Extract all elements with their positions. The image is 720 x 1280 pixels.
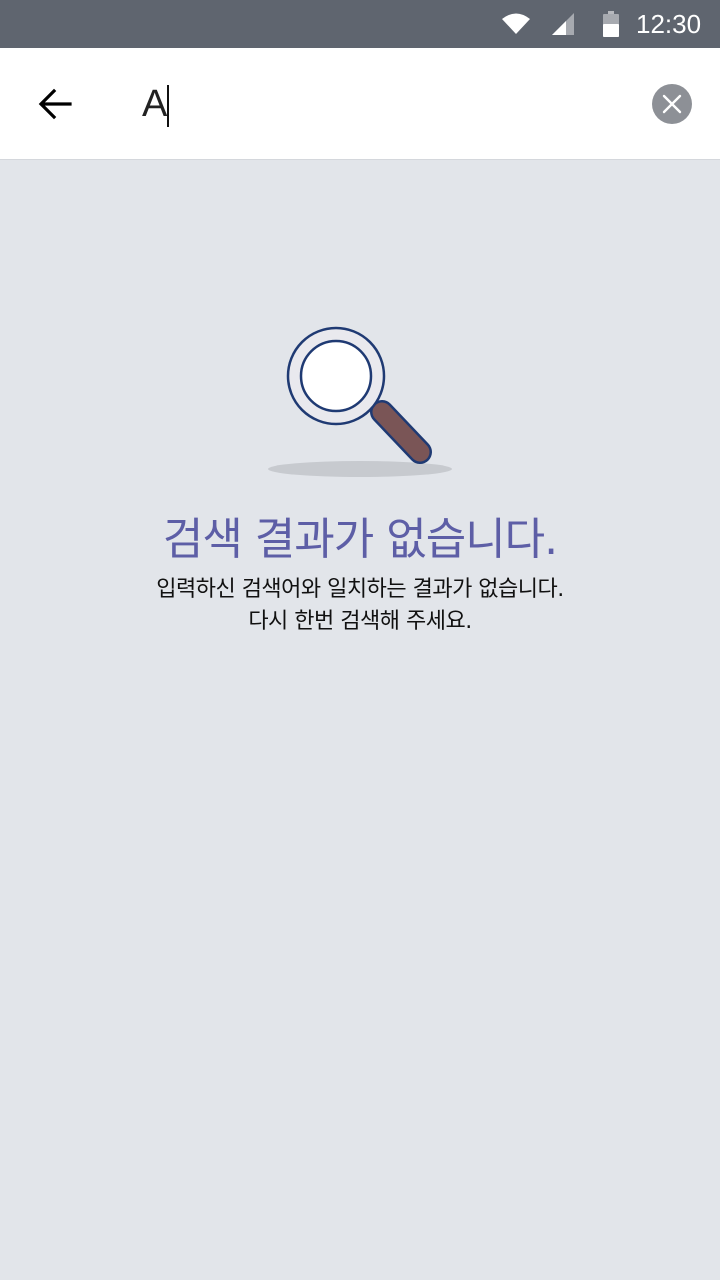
empty-state: 검색 결과가 없습니다. 입력하신 검색어와 일치하는 결과가 없습니다. 다시… <box>0 160 720 680</box>
search-header <box>0 48 720 160</box>
search-input[interactable] <box>140 76 622 132</box>
status-time: 12:30 <box>636 9 702 39</box>
arrow-left-icon <box>38 88 72 120</box>
clear-search-button[interactable] <box>652 84 692 124</box>
wifi-icon <box>498 0 534 48</box>
status-bar: 12:30 <box>0 0 720 48</box>
close-icon <box>662 94 682 114</box>
cellular-signal-icon <box>548 0 578 48</box>
description-line-1: 입력하신 검색어와 일치하는 결과가 없습니다. <box>156 577 564 602</box>
back-button[interactable] <box>28 76 84 132</box>
text-cursor <box>167 85 169 127</box>
description-line-2: 다시 한번 검색해 주세요. <box>248 609 472 634</box>
battery-icon <box>600 0 622 48</box>
empty-state-description: 입력하신 검색어와 일치하는 결과가 없습니다. 다시 한번 검색해 주세요. <box>0 574 720 638</box>
magnifying-glass-icon <box>268 326 452 477</box>
empty-state-title: 검색 결과가 없습니다. <box>162 514 558 565</box>
